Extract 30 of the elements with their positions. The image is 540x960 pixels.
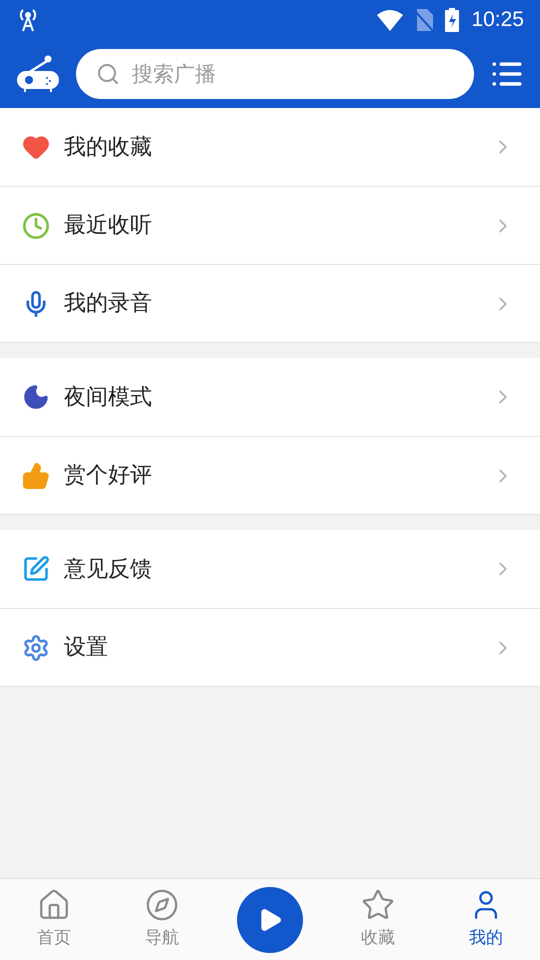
moon-icon <box>22 383 50 411</box>
menu-label: 我的收藏 <box>64 134 153 162</box>
menu-label: 最近收听 <box>64 212 153 240</box>
clock-icon <box>22 212 50 240</box>
gear-icon <box>22 634 50 662</box>
edit-icon <box>22 555 50 583</box>
menu-item[interactable]: 赏个好评 <box>0 436 540 514</box>
menu-item[interactable]: 最近收听 <box>0 186 540 264</box>
menu-item[interactable]: 我的录音 <box>0 264 540 342</box>
wifi-icon <box>377 9 404 31</box>
menu-label: 我的录音 <box>64 290 153 318</box>
thumbs-up-icon <box>22 462 50 490</box>
home-icon <box>37 888 71 922</box>
search-icon <box>96 62 120 86</box>
battery-icon <box>445 8 460 32</box>
status-time: 10:25 <box>471 7 524 34</box>
compass-icon <box>145 888 179 922</box>
menu-item[interactable]: 我的收藏 <box>0 108 540 186</box>
menu-label: 意见反馈 <box>64 556 153 584</box>
menu-label: 设置 <box>64 634 109 662</box>
menu-item[interactable]: 意见反馈 <box>0 530 540 608</box>
radio-icon[interactable] <box>16 55 60 93</box>
no-sim-icon <box>415 9 434 31</box>
menu-label: 赏个好评 <box>64 462 153 490</box>
menu-item[interactable]: 设置 <box>0 608 540 686</box>
nav-tab[interactable]: 我的 <box>432 888 540 952</box>
star-icon <box>361 888 395 922</box>
menu-item[interactable]: 夜间模式 <box>0 358 540 436</box>
menu-label: 夜间模式 <box>64 384 153 412</box>
search-field[interactable]: 搜索广播 <box>76 49 474 99</box>
